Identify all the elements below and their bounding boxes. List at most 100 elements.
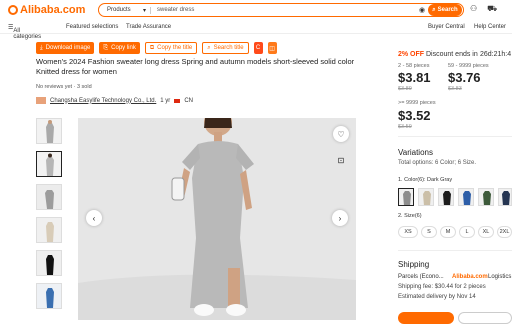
tier-2-old-price: $3.83: [448, 86, 462, 92]
copy-link-button[interactable]: ⎘ Copy link: [99, 42, 140, 54]
swatch-image: [439, 189, 453, 205]
copy-title-button[interactable]: ⧉ Copy the title: [144, 42, 198, 54]
help-center-link[interactable]: Help Center: [474, 24, 506, 30]
link-icon: ⎘: [103, 44, 109, 51]
color-swatch-navy[interactable]: [498, 188, 512, 206]
search-title-button[interactable]: ⌕ Search title: [202, 42, 249, 54]
copy-icon: ⧉: [149, 44, 155, 51]
size-option-m[interactable]: M: [440, 226, 456, 238]
size-option-2xl[interactable]: 2XL: [497, 226, 512, 238]
search-category-select[interactable]: Products ▾: [99, 6, 151, 14]
download-image-button[interactable]: ⤓ Download image: [36, 42, 95, 54]
shipping-heading: Shipping: [398, 260, 430, 269]
download-image-label: Download image: [45, 45, 91, 51]
dress-model-photo: [78, 118, 356, 320]
color-swatch-black[interactable]: [438, 188, 454, 206]
dress-thumb-image: [37, 152, 61, 176]
size-option-s[interactable]: S: [421, 226, 437, 238]
trade-assurance-link[interactable]: Trade Assurance: [126, 24, 171, 30]
search-icon: ⌕: [432, 6, 436, 13]
thumbnail-1[interactable]: [36, 118, 62, 144]
color-swatch-blue[interactable]: [458, 188, 474, 206]
reviews-summary: No reviews yet · 3 sold: [36, 84, 92, 90]
swatch-image: [499, 189, 511, 205]
extension-badge-icon[interactable]: C: [253, 42, 263, 54]
tier-1-range: 2 - 58 pieces: [398, 63, 430, 69]
size-option-l[interactable]: L: [459, 226, 475, 238]
download-icon: ⤓: [40, 44, 43, 51]
china-flag-icon: [174, 98, 181, 103]
dress-thumb-image: [37, 284, 61, 308]
all-categories-label: All categories: [13, 28, 42, 40]
swatch-image: [479, 189, 493, 205]
extension-app-icon[interactable]: ◫: [267, 42, 277, 54]
search-input[interactable]: sweater dress: [151, 7, 416, 13]
camera-icon[interactable]: ◉: [416, 6, 428, 14]
discount-label: Discount ends in: [426, 51, 478, 58]
supplier-logo: [36, 97, 46, 104]
logo-icon: [8, 5, 18, 15]
swatch-image: [419, 189, 433, 205]
swatch-image: [399, 189, 413, 205]
dress-thumb-image: [37, 119, 61, 143]
thumbnail-6[interactable]: [36, 283, 62, 309]
color-swatch-green[interactable]: [478, 188, 494, 206]
header-actions: ⚇ ⛟: [470, 4, 497, 14]
size-label: 2. Size(6): [398, 213, 422, 219]
top-header: Alibaba.com Products ▾ sweater dress ◉ ⌕…: [0, 0, 512, 20]
cart-icon[interactable]: ⛟: [487, 4, 497, 14]
variations-heading: Variations: [398, 148, 433, 157]
dress-thumb-image: [37, 251, 61, 275]
shipping-method[interactable]: Parcels (Econo...: [398, 274, 444, 280]
alibaba-logo[interactable]: Alibaba.com: [8, 4, 85, 16]
tier-2-range: 59 - 9999 pieces: [448, 63, 489, 69]
color-swatch-beige[interactable]: [418, 188, 434, 206]
variations-total: Total options: 6 Color; 6 Size.: [398, 160, 477, 166]
all-categories-link[interactable]: ☰ All categories: [8, 24, 41, 40]
tier-1-old-price: $3.89: [398, 86, 412, 92]
thumbnail-4[interactable]: [36, 217, 62, 243]
logo-text: Alibaba.com: [20, 4, 86, 16]
chevron-down-icon: ▾: [142, 7, 146, 14]
copy-link-label: Copy link: [111, 45, 136, 51]
featured-selections-link[interactable]: Featured selections: [66, 24, 118, 30]
color-label: 1. Color(6): Dark Gray: [398, 177, 453, 183]
search-button-label: Search: [437, 7, 458, 13]
tier-1-price: $3.81: [398, 70, 431, 85]
estimated-delivery: Estimated delivery by Nov 14: [398, 294, 476, 300]
favorite-heart-icon[interactable]: ♡: [333, 126, 349, 142]
search-category-label: Products: [107, 6, 131, 13]
supplier-name-link[interactable]: Changsha Easylife Technology Co., Ltd.: [50, 98, 156, 104]
user-icon[interactable]: ⚇: [470, 4, 477, 14]
zoom-scan-icon[interactable]: ⊡: [333, 152, 349, 168]
supplier-country: CN: [184, 97, 193, 104]
buyer-central-link[interactable]: Buyer Central: [428, 24, 465, 30]
thumbnail-2-selected[interactable]: [36, 151, 62, 177]
search-title-label: Search title: [213, 45, 244, 51]
start-order-button[interactable]: [398, 312, 454, 324]
main-product-image: ♡ ⊡ ‹ ›: [78, 118, 356, 320]
swatch-image: [459, 189, 473, 205]
search-small-icon: ⌕: [207, 44, 211, 51]
thumbnail-5[interactable]: [36, 250, 62, 276]
divider: [398, 250, 512, 251]
search-button[interactable]: ⌕ Search: [428, 4, 462, 16]
size-option-xs[interactable]: XS: [398, 226, 418, 238]
tier-2-price: $3.76: [448, 70, 481, 85]
product-toolbar: ⤓ Download image ⎘ Copy link ⧉ Copy the …: [36, 42, 277, 54]
add-to-cart-button[interactable]: [458, 312, 512, 324]
category-nav: ☰ All categories Featured selections Tra…: [0, 20, 512, 40]
logistics-word: Logistics: [488, 274, 512, 280]
tier-3-old-price: $3.59: [398, 124, 412, 130]
search-bar: Products ▾ sweater dress ◉ ⌕ Search: [98, 3, 464, 17]
discount-badge: 2% OFF: [398, 51, 425, 58]
next-image-chevron-right-icon[interactable]: ›: [332, 210, 348, 226]
prev-image-chevron-left-icon[interactable]: ‹: [86, 210, 102, 226]
divider: [398, 136, 512, 137]
logistics-brand: Alibaba.com: [452, 274, 488, 280]
discount-countdown: 26d:21h:4: [480, 51, 512, 58]
color-swatch-dark-gray[interactable]: [398, 188, 414, 206]
dress-thumb-image: [37, 218, 61, 242]
thumbnail-3[interactable]: [36, 184, 62, 210]
size-option-xl[interactable]: XL: [478, 226, 494, 238]
